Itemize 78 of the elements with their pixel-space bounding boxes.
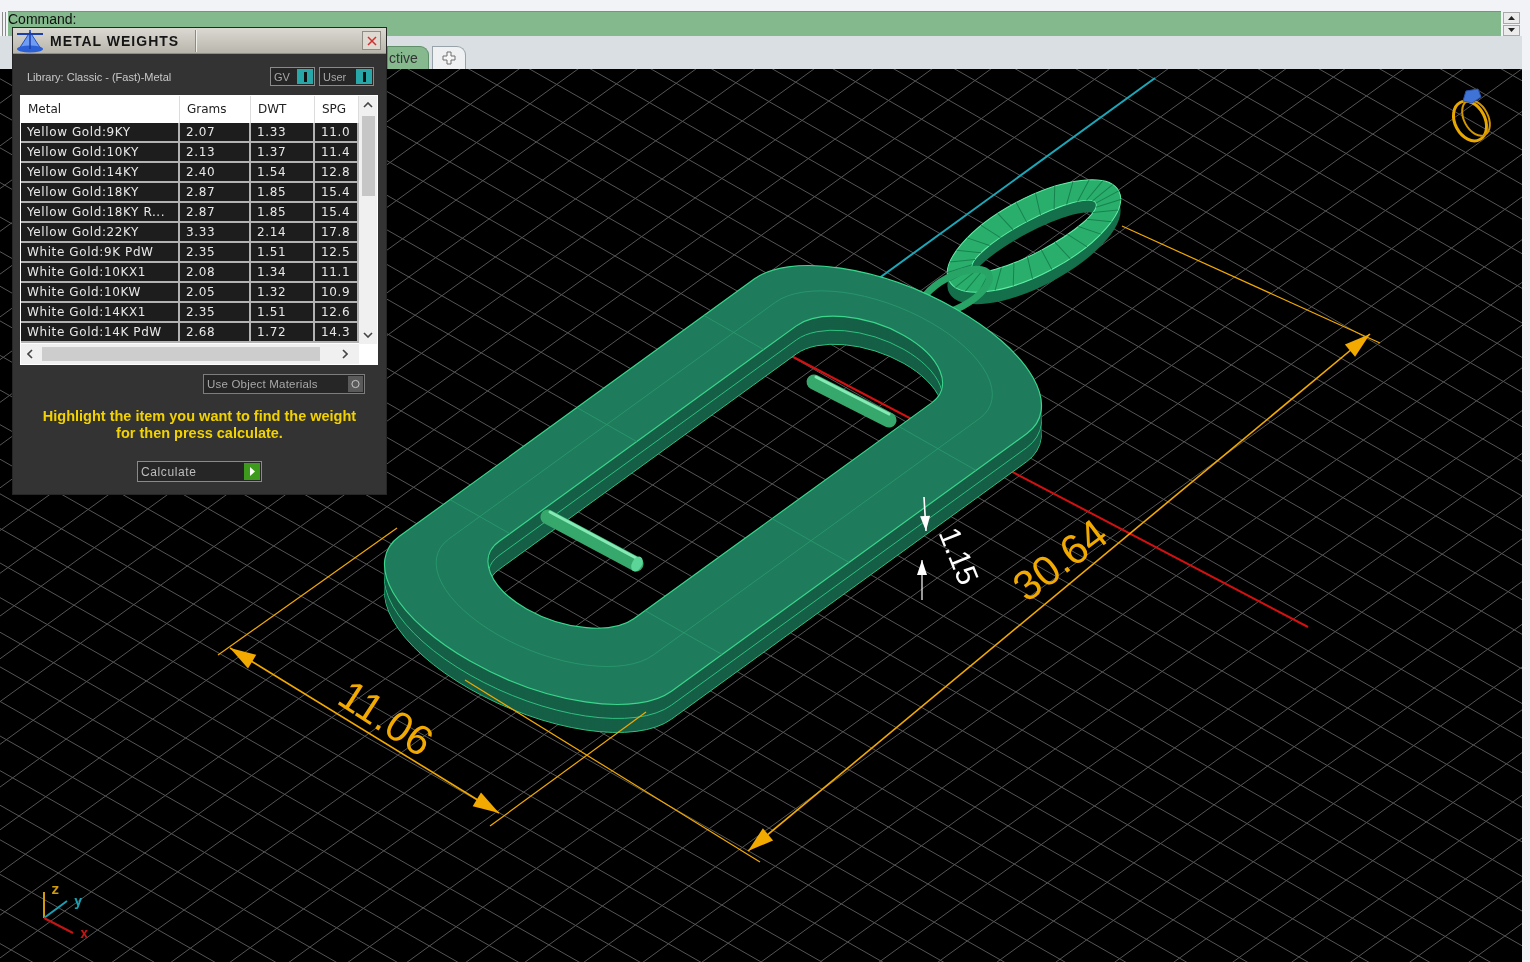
table-cell: 1.32: [251, 283, 315, 303]
table-cell: 2.40: [180, 163, 251, 183]
table-cell: 2.05: [180, 283, 251, 303]
scale-icon: [15, 28, 45, 53]
instruction-text: Highlight the item you want to find the weight for then press calculate.: [41, 408, 358, 442]
table-cell: 11.0: [315, 123, 359, 143]
table-cell: White Gold:14K PdW: [21, 323, 180, 343]
scroll-up-button[interactable]: [1503, 12, 1520, 24]
plus-icon: [441, 51, 456, 65]
table-cell: White Gold:14KX1: [21, 303, 180, 323]
table-cell: 1.34: [251, 263, 315, 283]
chevron-right-icon[interactable]: [342, 349, 348, 359]
table-cell: 2.87: [180, 203, 251, 223]
table-cell: 1.37: [251, 143, 315, 163]
table-cell: 12.8: [315, 163, 359, 183]
table-cell: 12.5: [315, 243, 359, 263]
table-cell: White Gold:9K PdW: [21, 243, 180, 263]
toggle-button[interactable]: User: [319, 67, 374, 86]
table-cell: 1.72: [251, 323, 315, 343]
chevron-up-icon[interactable]: [363, 102, 373, 108]
calculate-button[interactable]: Calculate: [137, 461, 262, 482]
title-bar[interactable]: METAL WEIGHTS: [13, 28, 386, 54]
table-cell: Yellow Gold:22KY: [21, 223, 180, 243]
dimension-label: 1.15: [932, 522, 986, 590]
table-cell: Yellow Gold:18KY: [21, 183, 180, 203]
table-cell: 2.08: [180, 263, 251, 283]
table-cell: White Gold:10KX1: [21, 263, 180, 283]
scroll-down-button[interactable]: [1503, 24, 1520, 36]
table-cell: 2.13: [180, 143, 251, 163]
table-cell: 1.85: [251, 183, 315, 203]
dimension-label: 11.06: [330, 670, 442, 766]
table-cell: 3.33: [180, 223, 251, 243]
caret-down-icon: [1508, 28, 1515, 33]
axis-label: z: [51, 881, 60, 897]
chevron-left-icon[interactable]: [27, 349, 33, 359]
close-icon: [366, 35, 377, 46]
command-field[interactable]: Command:: [8, 11, 1501, 36]
caret-up-icon: [1508, 15, 1515, 20]
table-cell: 15.4: [315, 183, 359, 203]
ring-icon: [1452, 88, 1491, 143]
scrollbar-thumb[interactable]: [361, 116, 375, 196]
play-icon: [244, 463, 260, 480]
use-object-materials-toggle[interactable]: Use Object Materials: [203, 374, 365, 394]
table-cell: Yellow Gold:18KY R...: [21, 203, 180, 223]
table-cell: 11.1: [315, 263, 359, 283]
command-prompt: Command:: [8, 12, 77, 26]
axis-label: x: [80, 925, 89, 941]
table-cell: 1.51: [251, 303, 315, 323]
scrollbar-thumb[interactable]: [42, 347, 320, 361]
table-cell: 1.54: [251, 163, 315, 183]
table-cell: 1.33: [251, 123, 315, 143]
new-tab-button[interactable]: [431, 46, 466, 69]
library-label: Library: Classic - (Fast)-Metal: [27, 70, 172, 83]
table-cell: Yellow Gold:9KY: [21, 123, 180, 143]
table-cell: 2.14: [251, 223, 315, 243]
tab[interactable]: ctive: [387, 46, 429, 69]
table-cell: 14.3: [315, 323, 359, 343]
table-cell: 11.4: [315, 143, 359, 163]
horizontal-scrollbar[interactable]: [21, 344, 359, 364]
table-cell: 17.8: [315, 223, 359, 243]
table-cell: 15.4: [315, 203, 359, 223]
table-cell: Yellow Gold:14KY: [21, 163, 180, 183]
table-cell: 1.51: [251, 243, 315, 263]
chevron-down-icon[interactable]: [363, 332, 373, 338]
vertical-scrollbar[interactable]: [359, 96, 377, 344]
table-cell: 2.87: [180, 183, 251, 203]
table-cell: 2.35: [180, 243, 251, 263]
table-cell: 12.6: [315, 303, 359, 323]
table-cell: 1.85: [251, 203, 315, 223]
axis-label: y: [74, 893, 83, 909]
table-cell: Yellow Gold:10KY: [21, 143, 180, 163]
close-button[interactable]: [362, 31, 381, 50]
table-cell: White Gold:10KW: [21, 283, 180, 303]
toggle-button[interactable]: GV: [270, 67, 315, 86]
table-cell: 2.35: [180, 303, 251, 323]
table-cell: 2.68: [180, 323, 251, 343]
table-cell: 10.9: [315, 283, 359, 303]
table-cell: 2.07: [180, 123, 251, 143]
